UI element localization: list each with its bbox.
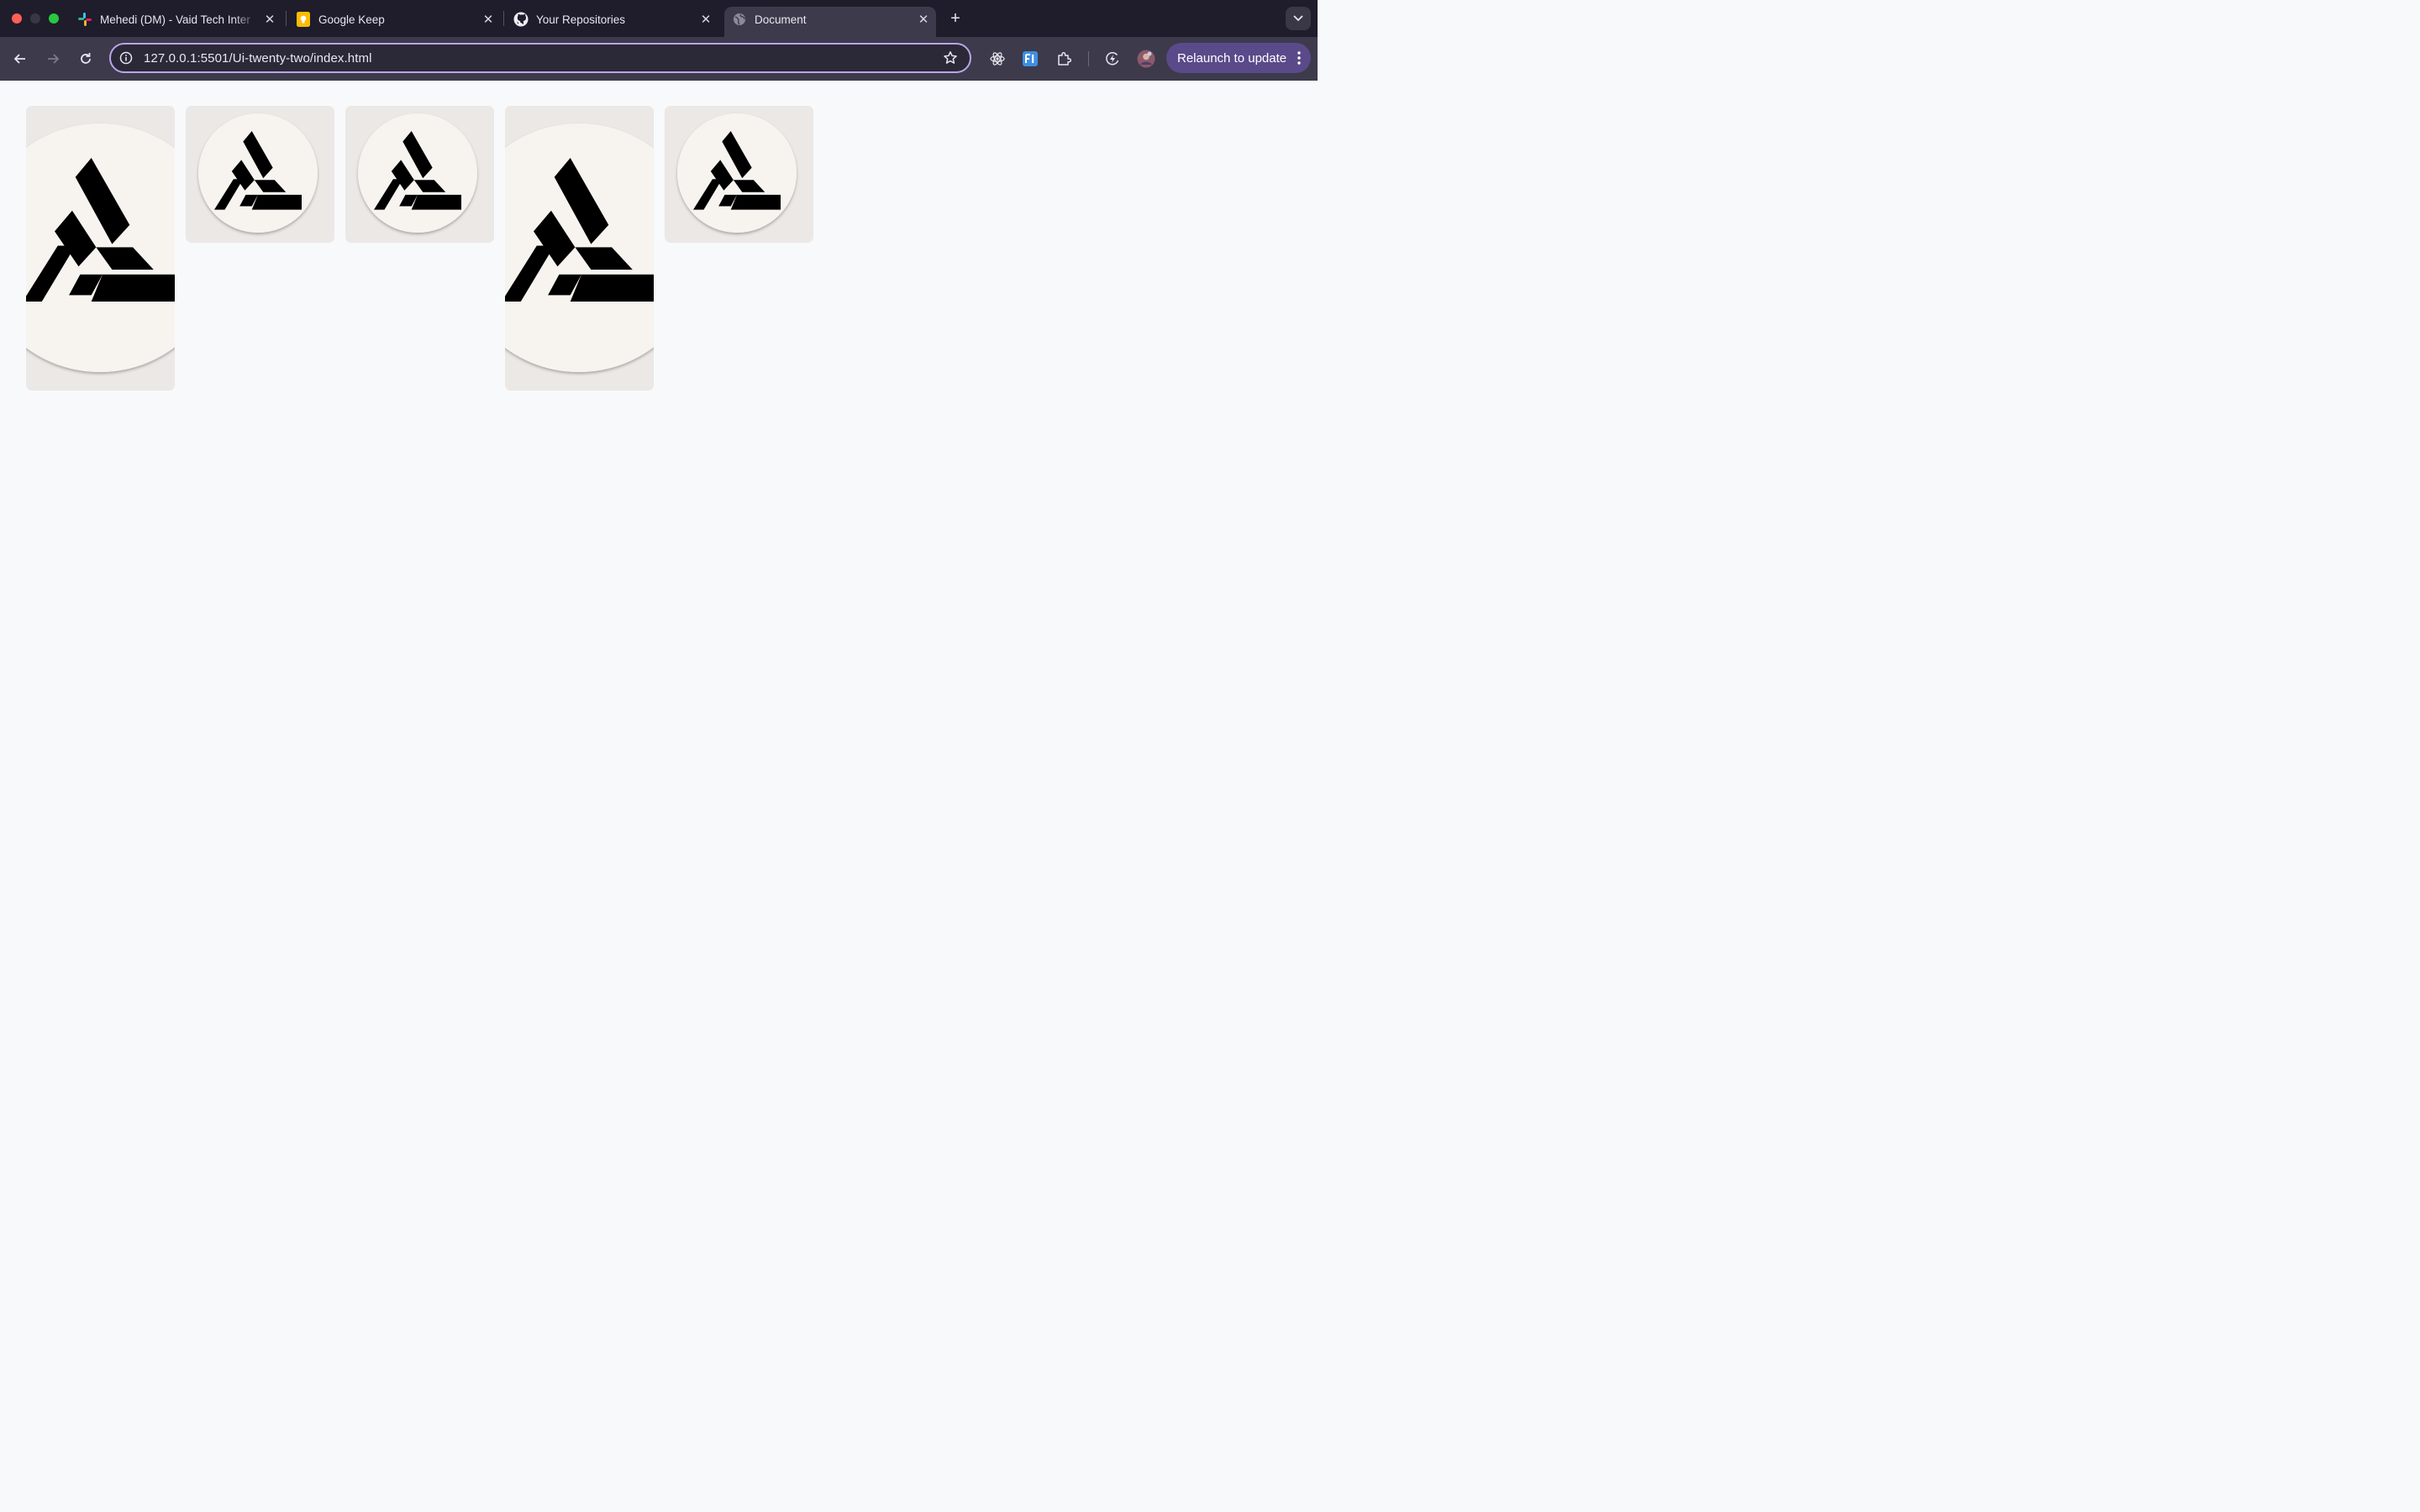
tab-title: Document [755, 13, 807, 26]
fi-extension-icon[interactable] [1021, 50, 1039, 68]
relaunch-label: Relaunch to update [1177, 50, 1287, 66]
atlas-triangle-logo [505, 123, 654, 372]
extensions-puzzle-icon[interactable] [1055, 50, 1073, 68]
bookmark-star-icon[interactable] [943, 50, 958, 66]
tab-divider [286, 11, 287, 26]
browser-toolbar: 127.0.0.1:5501/Ui-twenty-two/index.html … [0, 37, 1318, 81]
more-menu-icon[interactable] [1297, 50, 1301, 66]
close-tab-icon[interactable]: ✕ [481, 12, 496, 27]
forward-button[interactable] [43, 49, 63, 69]
atlas-triangle-logo [26, 123, 175, 372]
google-keep-icon [296, 12, 311, 27]
toolbar-divider [1088, 51, 1089, 66]
maximize-window-button[interactable] [49, 13, 59, 24]
image-card [26, 106, 175, 391]
back-button[interactable] [10, 49, 30, 69]
image-card [665, 106, 813, 243]
close-tab-icon[interactable]: ✕ [698, 12, 713, 27]
close-tab-icon[interactable]: ✕ [916, 12, 931, 27]
chevron-down-icon [1293, 15, 1303, 22]
tab-title: Your Repositories [536, 13, 626, 26]
tab-google-keep[interactable]: Google Keep ✕ [296, 7, 496, 32]
close-tab-icon[interactable]: ✕ [262, 12, 277, 27]
globe-icon [732, 12, 747, 27]
atlas-triangle-logo [198, 113, 318, 233]
tab-document[interactable]: Document ✕ [724, 7, 936, 37]
tab-divider [503, 11, 504, 26]
image-card [345, 106, 494, 243]
relaunch-to-update-button[interactable]: Relaunch to update [1166, 43, 1311, 73]
tab-slack[interactable]: Mehedi (DM) - Vaid Tech Inter ✕ [77, 7, 277, 32]
reload-button[interactable] [76, 49, 96, 69]
reload-icon [81, 53, 91, 64]
atlas-triangle-logo [358, 113, 477, 233]
url-text[interactable]: 127.0.0.1:5501/Ui-twenty-two/index.html [144, 51, 372, 66]
close-window-button[interactable] [12, 13, 22, 24]
atlas-triangle-logo [677, 113, 797, 233]
performance-icon[interactable] [1103, 50, 1122, 68]
arrow-right-icon [48, 54, 60, 64]
react-devtools-icon[interactable] [988, 50, 1007, 68]
github-icon [513, 12, 529, 27]
address-bar[interactable]: 127.0.0.1:5501/Ui-twenty-two/index.html [109, 43, 971, 73]
arrow-left-icon [13, 54, 25, 64]
tab-strip: Mehedi (DM) - Vaid Tech Inter ✕ Google K… [0, 0, 1318, 37]
tab-search-button[interactable] [1286, 7, 1311, 30]
new-tab-button[interactable]: + [946, 9, 965, 28]
image-card [186, 106, 334, 243]
tab-github[interactable]: Your Repositories ✕ [513, 7, 713, 32]
image-card [505, 106, 654, 391]
minimize-window-button[interactable] [30, 13, 40, 24]
tab-title: Mehedi (DM) - Vaid Tech Inter [100, 13, 250, 26]
profile-avatar[interactable] [1136, 49, 1156, 69]
tab-title: Google Keep [318, 13, 385, 26]
slack-icon [77, 12, 92, 27]
site-info-icon[interactable] [119, 51, 133, 65]
